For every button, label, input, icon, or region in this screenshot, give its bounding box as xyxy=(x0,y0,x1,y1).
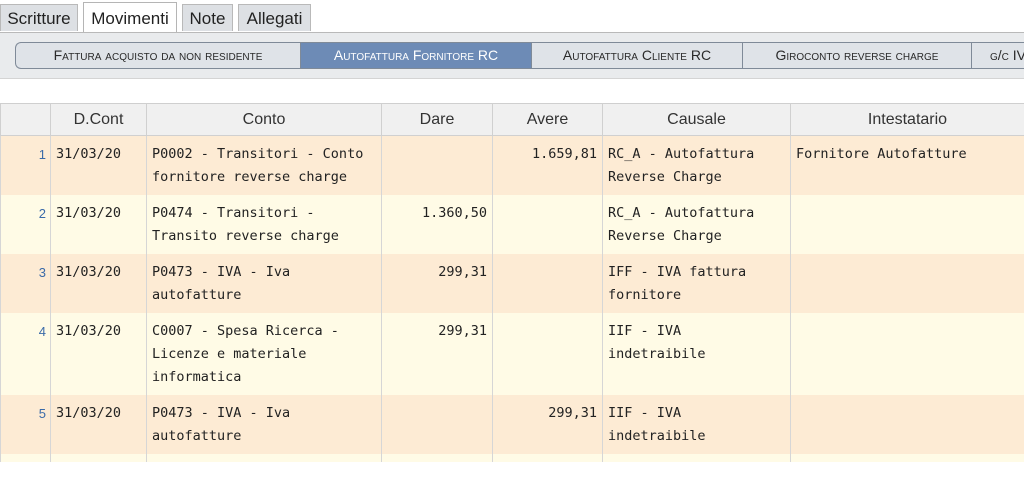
tab-note[interactable]: Note xyxy=(182,4,233,31)
cell-causale xyxy=(602,454,791,462)
cell-dare xyxy=(381,135,493,195)
cell-date: 31/03/20 xyxy=(50,395,147,454)
cell-avere: 299,31 xyxy=(492,395,603,454)
cell-dare xyxy=(381,454,493,462)
col-header-num[interactable] xyxy=(0,103,51,136)
tab-scritture[interactable]: Scritture xyxy=(0,4,78,31)
cell-avere xyxy=(492,454,603,462)
row-number: 3 xyxy=(0,254,51,313)
cell-conto xyxy=(146,454,382,462)
cell-intestatario: Fornitore Autofatture xyxy=(790,135,1024,195)
movements-table: D.Cont Conto Dare Avere Causale Intestat… xyxy=(0,103,1024,462)
col-header-causale[interactable]: Causale xyxy=(602,103,791,136)
table-row[interactable]: 1 31/03/20 P0002 - Transitori - Conto fo… xyxy=(0,135,1024,195)
cell-date: 31/03/20 xyxy=(50,195,147,254)
cell-intestatario xyxy=(790,454,1024,462)
cell-causale: RC_A - Autofattura Reverse Charge xyxy=(602,135,791,195)
cell-dare xyxy=(381,395,493,454)
col-header-intestatario[interactable]: Intestatario xyxy=(790,103,1024,136)
cell-causale: RC_A - Autofattura Reverse Charge xyxy=(602,195,791,254)
cell-intestatario xyxy=(790,195,1024,254)
cell-conto: P0002 - Transitori - Conto fornitore rev… xyxy=(146,135,382,195)
main-tabs: Scritture Movimenti Note Allegati xyxy=(0,0,1024,33)
tab-allegati[interactable]: Allegati xyxy=(238,4,311,31)
cell-conto: P0473 - IVA - Iva autofatture xyxy=(146,395,382,454)
cell-conto: C0007 - Spesa Ricerca - Licenze e materi… xyxy=(146,313,382,395)
row-number xyxy=(0,454,51,462)
cell-date xyxy=(50,454,147,462)
cell-causale: IFF - IVA fattura fornitore xyxy=(602,254,791,313)
cell-avere xyxy=(492,254,603,313)
cell-date: 31/03/20 xyxy=(50,313,147,395)
table-row[interactable]: 4 31/03/20 C0007 - Spesa Ricerca - Licen… xyxy=(0,313,1024,395)
subtab-toolbar: Fattura acquisto da non residente Autofa… xyxy=(0,33,1024,78)
table-header-row: D.Cont Conto Dare Avere Causale Intestat… xyxy=(0,103,1024,136)
subtab-gc-iva[interactable]: g/c IV xyxy=(972,43,1024,68)
subtab-fattura-acquisto[interactable]: Fattura acquisto da non residente xyxy=(16,43,301,68)
tab-movimenti[interactable]: Movimenti xyxy=(83,2,177,33)
cell-dare: 1.360,50 xyxy=(381,195,493,254)
subtab-autofattura-cliente[interactable]: Autofattura Cliente RC xyxy=(532,43,743,68)
cell-causale: IIF - IVA indetraibile xyxy=(602,395,791,454)
row-number: 5 xyxy=(0,395,51,454)
cell-date: 31/03/20 xyxy=(50,254,147,313)
row-number: 4 xyxy=(0,313,51,395)
table-row[interactable] xyxy=(0,454,1024,462)
cell-avere: 1.659,81 xyxy=(492,135,603,195)
cell-conto: P0474 - Transitori - Transito reverse ch… xyxy=(146,195,382,254)
toolbar-spacer xyxy=(0,78,1024,104)
subtab-bar: Fattura acquisto da non residente Autofa… xyxy=(15,42,1024,69)
cell-intestatario xyxy=(790,313,1024,395)
cell-causale: IIF - IVA indetraibile xyxy=(602,313,791,395)
col-header-dcont[interactable]: D.Cont xyxy=(50,103,147,136)
subtab-autofattura-fornitore[interactable]: Autofattura Fornitore RC xyxy=(301,43,532,68)
table-row[interactable]: 5 31/03/20 P0473 - IVA - Iva autofatture… xyxy=(0,395,1024,454)
col-header-avere[interactable]: Avere xyxy=(492,103,603,136)
table-row[interactable]: 3 31/03/20 P0473 - IVA - Iva autofatture… xyxy=(0,254,1024,313)
row-number: 2 xyxy=(0,195,51,254)
cell-avere xyxy=(492,313,603,395)
cell-date: 31/03/20 xyxy=(50,135,147,195)
cell-avere xyxy=(492,195,603,254)
cell-dare: 299,31 xyxy=(381,313,493,395)
cell-conto: P0473 - IVA - Iva autofatture xyxy=(146,254,382,313)
col-header-conto[interactable]: Conto xyxy=(146,103,382,136)
cell-intestatario xyxy=(790,395,1024,454)
subtab-giroconto[interactable]: Giroconto reverse charge xyxy=(743,43,972,68)
cell-dare: 299,31 xyxy=(381,254,493,313)
row-number: 1 xyxy=(0,135,51,195)
col-header-dare[interactable]: Dare xyxy=(381,103,493,136)
cell-intestatario xyxy=(790,254,1024,313)
table-row[interactable]: 2 31/03/20 P0474 - Transitori - Transito… xyxy=(0,195,1024,254)
